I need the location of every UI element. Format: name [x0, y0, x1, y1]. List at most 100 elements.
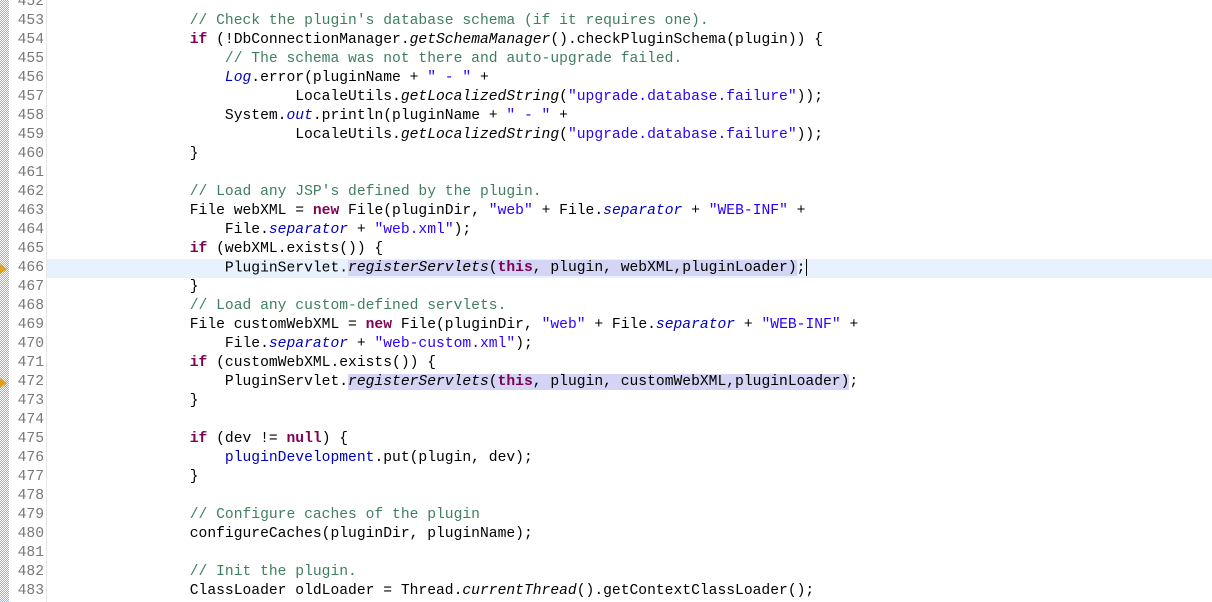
code-text[interactable]: PluginServlet.registerServlets(this, plu…: [47, 373, 1212, 392]
code-line[interactable]: 459 LocaleUtils.getLocalizedString("upgr…: [0, 126, 1212, 145]
code-token: LocaleUtils.: [295, 89, 401, 105]
code-text[interactable]: [47, 411, 1212, 430]
code-line[interactable]: 477 }: [0, 468, 1212, 487]
code-token: System.: [224, 108, 287, 124]
code-line[interactable]: 483 ClassLoader oldLoader = Thread.curre…: [0, 582, 1212, 601]
code-line[interactable]: 456 Log.error(pluginName + " - " +: [0, 69, 1212, 88]
code-text[interactable]: Log.error(pluginName + " - " +: [47, 69, 1212, 88]
code-line[interactable]: 466 PluginServlet.registerServlets(this,…: [0, 259, 1212, 278]
code-text[interactable]: [47, 164, 1212, 183]
code-text[interactable]: // Configure caches of the plugin: [47, 506, 1212, 525]
code-token: (: [488, 374, 498, 390]
code-token: (webXML.exists()) {: [207, 241, 384, 257]
code-text[interactable]: LocaleUtils.getLocalizedString("upgrade.…: [47, 88, 1212, 107]
code-text[interactable]: configureCaches(pluginDir, pluginName);: [47, 525, 1212, 544]
line-number: 462: [17, 184, 44, 200]
code-token: }: [189, 393, 199, 409]
annotation-arrow-icon[interactable]: [0, 264, 7, 274]
code-text[interactable]: }: [47, 468, 1212, 487]
code-line[interactable]: 457 LocaleUtils.getLocalizedString("upgr…: [0, 88, 1212, 107]
code-line[interactable]: 460 }: [0, 145, 1212, 164]
code-text[interactable]: if (webXML.exists()) {: [47, 240, 1212, 259]
code-token: // Load any custom-defined servlets.: [189, 298, 507, 314]
occurrence-highlight: registerServlets(this, plugin, webXML,pl…: [348, 260, 797, 277]
code-line[interactable]: 472 PluginServlet.registerServlets(this,…: [0, 373, 1212, 392]
code-token: ;: [796, 260, 806, 277]
code-line[interactable]: 479 // Configure caches of the plugin: [0, 506, 1212, 525]
line-number: 471: [17, 355, 44, 371]
code-line[interactable]: 463 File webXML = new File(pluginDir, "w…: [0, 202, 1212, 221]
line-number: 468: [17, 298, 44, 314]
code-line[interactable]: 470 File.separator + "web-custom.xml");: [0, 335, 1212, 354]
code-text[interactable]: ClassLoader oldLoader = Thread.currentTh…: [47, 582, 1212, 601]
occurrence-highlight: registerServlets(this, plugin, customWeb…: [348, 374, 850, 390]
code-text[interactable]: }: [47, 145, 1212, 164]
code-text[interactable]: File webXML = new File(pluginDir, "web" …: [47, 202, 1212, 221]
code-text[interactable]: if (customWebXML.exists()) {: [47, 354, 1212, 373]
code-line[interactable]: 467 }: [0, 278, 1212, 297]
code-text[interactable]: // Load any JSP's defined by the plugin.: [47, 183, 1212, 202]
code-text[interactable]: pluginDevelopment.put(plugin, dev);: [47, 449, 1212, 468]
code-text[interactable]: }: [47, 278, 1212, 297]
code-line[interactable]: 465 if (webXML.exists()) {: [0, 240, 1212, 259]
code-line[interactable]: 481: [0, 544, 1212, 563]
code-text[interactable]: // Init the plugin.: [47, 563, 1212, 582]
code-text[interactable]: System.out.println(pluginName + " - " +: [47, 107, 1212, 126]
line-number: 466: [17, 260, 44, 276]
line-number: 475: [17, 431, 44, 447]
code-text[interactable]: [47, 544, 1212, 563]
code-line[interactable]: 468 // Load any custom-defined servlets.: [0, 297, 1212, 316]
code-text[interactable]: [47, 0, 1212, 12]
code-text[interactable]: // The schema was not there and auto-upg…: [47, 50, 1212, 69]
code-token: // Init the plugin.: [189, 564, 357, 580]
code-text[interactable]: }: [47, 392, 1212, 411]
code-text[interactable]: PluginServlet.registerServlets(this, plu…: [47, 259, 1212, 278]
code-line[interactable]: 464 File.separator + "web.xml");: [0, 221, 1212, 240]
code-text[interactable]: // Load any custom-defined servlets.: [47, 297, 1212, 316]
code-line[interactable]: 452: [0, 0, 1212, 12]
line-number: 460: [17, 146, 44, 162]
code-line[interactable]: 480 configureCaches(pluginDir, pluginNam…: [0, 525, 1212, 544]
code-token: File(pluginDir,: [339, 203, 489, 219]
annotation-arrow-icon[interactable]: [0, 378, 7, 388]
code-text[interactable]: File customWebXML = new File(pluginDir, …: [47, 316, 1212, 335]
code-token: );: [515, 336, 533, 352]
code-token: +: [682, 203, 709, 219]
line-number: 470: [17, 336, 44, 352]
code-token: "web.xml": [374, 222, 454, 238]
code-text[interactable]: File.separator + "web-custom.xml");: [47, 335, 1212, 354]
code-token: (: [488, 260, 498, 277]
code-token: ().getContextClassLoader();: [576, 583, 815, 599]
code-line[interactable]: 455 // The schema was not there and auto…: [0, 50, 1212, 69]
code-line[interactable]: 482 // Init the plugin.: [0, 563, 1212, 582]
code-line[interactable]: 471 if (customWebXML.exists()) {: [0, 354, 1212, 373]
code-text[interactable]: if (!DbConnectionManager.getSchemaManage…: [47, 31, 1212, 50]
code-line[interactable]: 473 }: [0, 392, 1212, 411]
line-number: 455: [17, 51, 44, 67]
code-line[interactable]: 458 System.out.println(pluginName + " - …: [0, 107, 1212, 126]
code-line[interactable]: 474: [0, 411, 1212, 430]
code-line[interactable]: 475 if (dev != null) {: [0, 430, 1212, 449]
code-token: this: [497, 374, 533, 390]
code-token: "web-custom.xml": [374, 336, 516, 352]
code-text[interactable]: LocaleUtils.getLocalizedString("upgrade.…: [47, 126, 1212, 145]
code-token: }: [189, 469, 199, 485]
code-text[interactable]: [47, 487, 1212, 506]
code-text[interactable]: File.separator + "web.xml");: [47, 221, 1212, 240]
code-line[interactable]: 453 // Check the plugin's database schem…: [0, 12, 1212, 31]
code-line[interactable]: 461: [0, 164, 1212, 183]
line-number: 465: [17, 241, 44, 257]
code-line[interactable]: 476 pluginDevelopment.put(plugin, dev);: [0, 449, 1212, 468]
code-line[interactable]: 478: [0, 487, 1212, 506]
code-line[interactable]: 462 // Load any JSP's defined by the plu…: [0, 183, 1212, 202]
code-line[interactable]: 469 File customWebXML = new File(pluginD…: [0, 316, 1212, 335]
code-token: +: [471, 70, 489, 86]
code-token: separator: [268, 336, 349, 352]
code-line[interactable]: 454 if (!DbConnectionManager.getSchemaMa…: [0, 31, 1212, 50]
code-text[interactable]: if (dev != null) {: [47, 430, 1212, 449]
line-number: 478: [17, 488, 44, 504]
code-editor[interactable]: 452 453 // Check the plugin's database sc…: [0, 0, 1212, 601]
code-text[interactable]: // Check the plugin's database schema (i…: [47, 12, 1212, 31]
code-token: "web": [488, 203, 533, 219]
code-token: File.: [224, 336, 269, 352]
